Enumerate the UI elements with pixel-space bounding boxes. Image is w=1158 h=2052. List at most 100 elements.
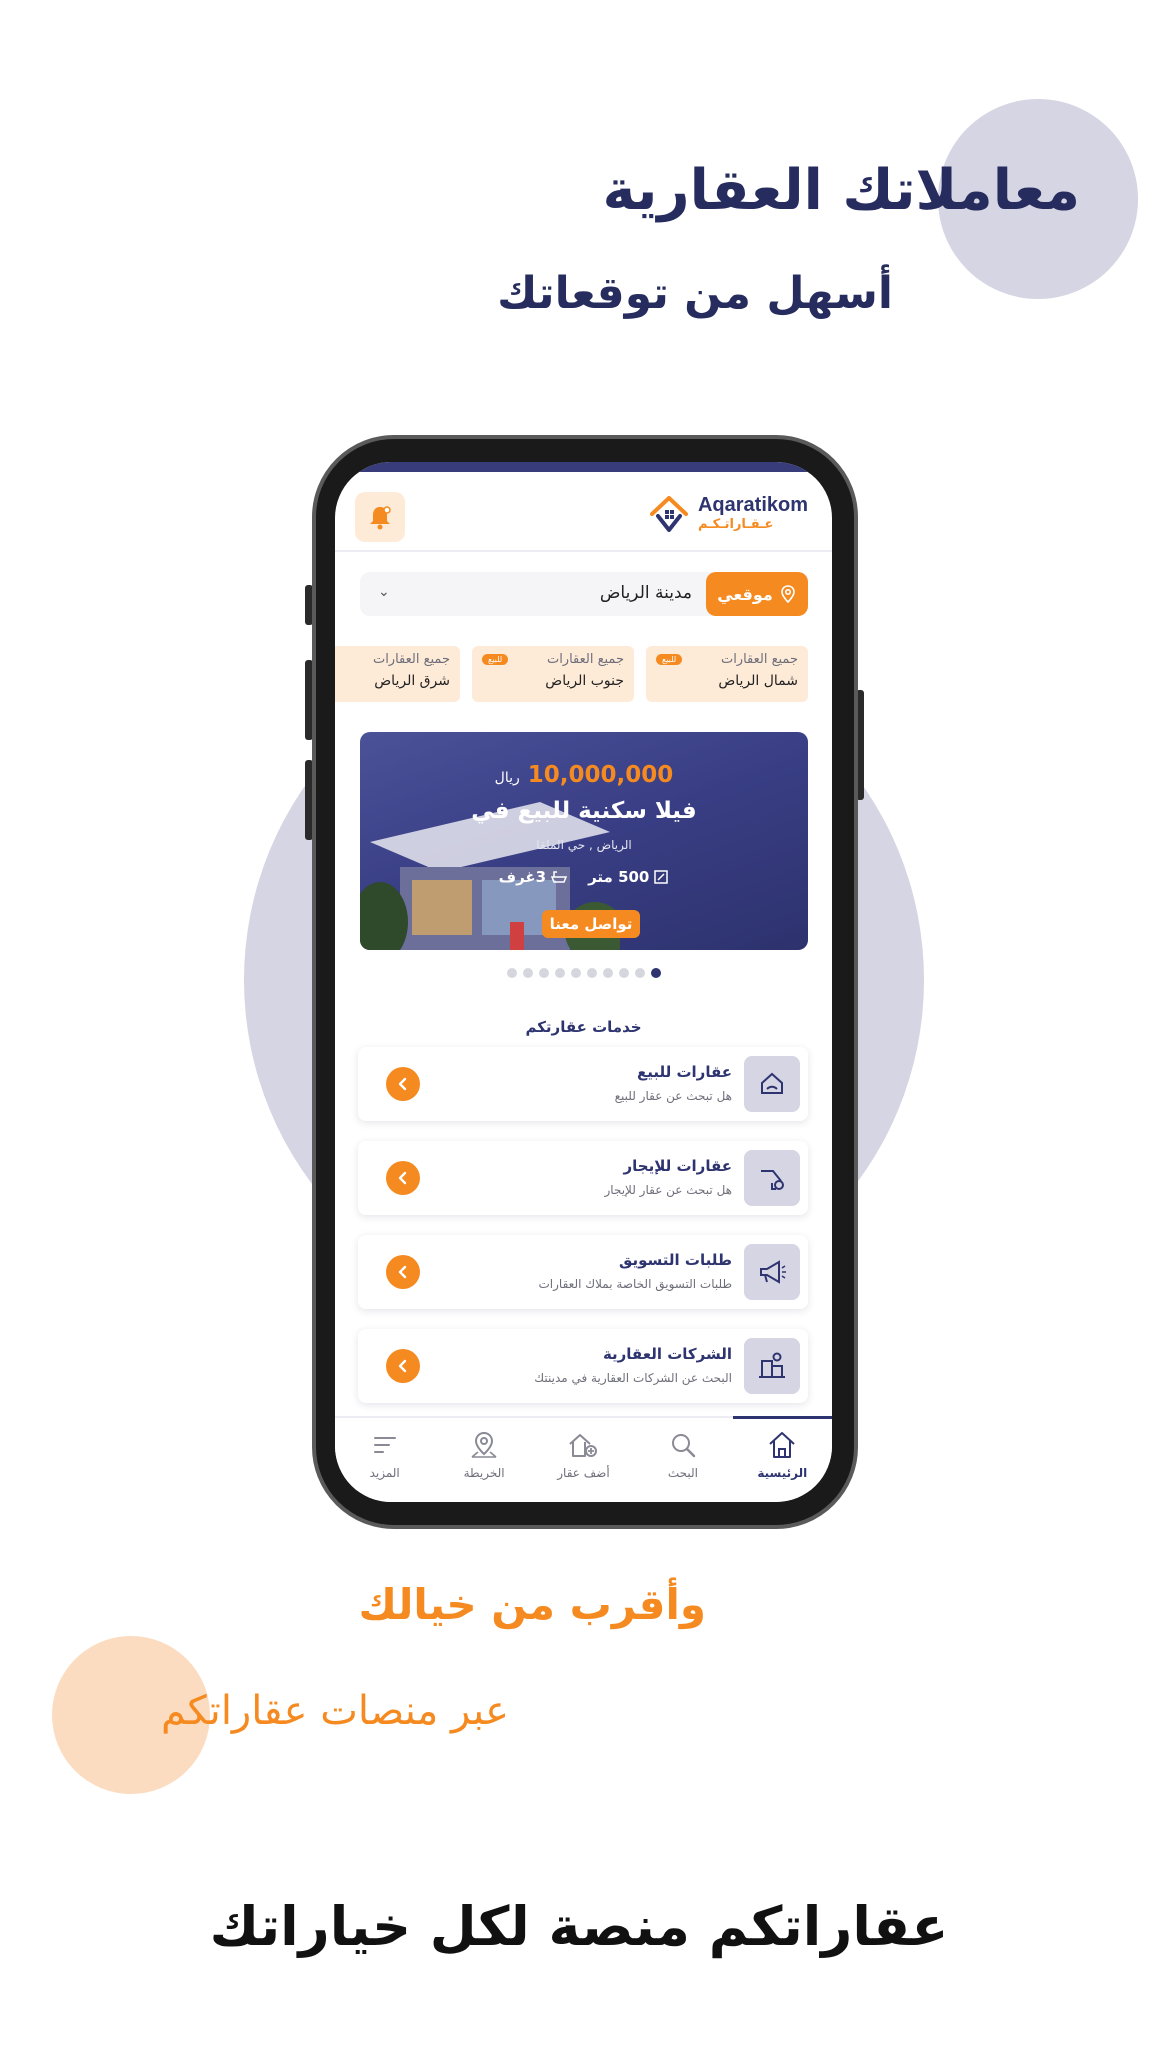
carousel-dot[interactable] — [650, 968, 661, 978]
area-chip-label: جميع العقارات — [720, 652, 798, 667]
service-icon-container — [744, 1056, 800, 1112]
carousel-dot[interactable] — [506, 968, 517, 978]
logo-arabic-text: عـقـاراتـكـم — [697, 517, 774, 532]
city-value: مدينة الرياض — [599, 583, 692, 603]
service-open-button[interactable] — [386, 1255, 420, 1289]
chevron-left-icon — [398, 1359, 407, 1373]
carousel-dot[interactable] — [554, 968, 565, 978]
service-title: عقارات للإيجار — [623, 1157, 732, 1175]
logo-house-icon — [649, 496, 688, 532]
service-title: الشركات العقارية — [602, 1345, 732, 1363]
my-location-button[interactable]: موقعي — [706, 572, 808, 616]
promo-tagline-secondary: عبر منصات عقاراتكم — [160, 1688, 509, 1734]
area-chip-label: جميع العقارات — [546, 652, 624, 667]
service-card-for-rent[interactable]: عقارات للإيجار هل تبحث عن عقار للإيجار — [358, 1141, 808, 1215]
carousel-dot[interactable] — [634, 968, 645, 978]
chevron-left-icon — [398, 1265, 407, 1279]
promo-tagline: وأقرب من خيالك — [358, 1580, 706, 1629]
key-hand-icon — [761, 1170, 784, 1190]
bottom-navigation: الرئيسية البحث أضف عقار الخريطة المزيد — [335, 1416, 832, 1502]
area-chip[interactable]: جميع العقارات للبيع شمال الرياض — [646, 646, 808, 702]
promo-footer-title: عقاراتكم منصة لكل خياراتك — [209, 1895, 949, 1958]
nav-item-add-property[interactable]: أضف عقار — [534, 1418, 633, 1502]
logo-latin-text: Aqaratikom — [697, 494, 808, 516]
carousel-dot[interactable] — [602, 968, 613, 978]
promo-subheadline: أسهل من توقعاتك — [497, 268, 893, 319]
notifications-button[interactable] — [355, 492, 405, 542]
service-subtitle: طلبات التسويق الخاصة بملاك العقارات — [538, 1277, 733, 1291]
service-open-button[interactable] — [386, 1349, 420, 1383]
banner-area-value: 500 متر — [588, 868, 650, 886]
carousel-dot[interactable] — [522, 968, 533, 978]
service-title: طلبات التسويق — [618, 1251, 732, 1269]
area-size-icon — [654, 870, 669, 884]
location-selector[interactable]: موقعي مدينة الرياض ⌄ — [360, 572, 808, 616]
service-title: عقارات للبيع — [637, 1063, 732, 1081]
area-chip-name: جنوب الرياض — [545, 673, 624, 689]
carousel-dot[interactable] — [586, 968, 597, 978]
add-property-icon — [569, 1434, 598, 1457]
menu-icon — [373, 1437, 396, 1453]
nav-label: أضف عقار — [557, 1466, 610, 1480]
area-chip[interactable]: جميع العقارات شرق الرياض — [335, 646, 460, 702]
buildings-icon — [759, 1352, 785, 1378]
nav-label: البحث — [667, 1466, 698, 1480]
area-chip-name: شمال الرياض — [718, 673, 798, 689]
logo-text: Aqaratikom عـقـاراتـكـم — [698, 494, 808, 532]
nav-item-more[interactable]: المزيد — [335, 1418, 434, 1502]
areas-carousel[interactable]: جميع العقارات للبيع شمال الرياض جميع الع… — [335, 646, 808, 702]
banner-title: فيلا سكنية للبيع في — [471, 798, 697, 824]
service-subtitle: هل تبحث عن عقار للبيع — [614, 1089, 732, 1103]
my-location-label: موقعي — [717, 584, 773, 604]
nav-label: الرئيسية — [757, 1466, 808, 1480]
area-chip-badge: للبيع — [656, 654, 683, 665]
promo-headline: معاملاتك العقارية — [602, 158, 1080, 223]
nav-label: الخريطة — [463, 1466, 505, 1480]
banner-area-spec: 500 متر — [588, 868, 669, 886]
nav-item-home[interactable]: الرئيسية — [732, 1416, 832, 1502]
service-card-for-sale[interactable]: عقارات للبيع هل تبحث عن عقار للبيع — [358, 1047, 808, 1121]
featured-property-banner[interactable]: 10,000,000 ريال فيلا سكنية للبيع في الري… — [360, 732, 808, 950]
service-card-real-estate-companies[interactable]: الشركات العقارية البحث عن الشركات العقار… — [358, 1329, 808, 1403]
service-icon-container — [744, 1150, 800, 1206]
location-pin-icon — [781, 585, 795, 603]
phone-screen: Aqaratikom عـقـاراتـكـم موقعي مدينة الري… — [335, 462, 832, 1502]
service-icon-container — [744, 1338, 800, 1394]
carousel-dot[interactable] — [570, 968, 581, 978]
app-header: Aqaratikom عـقـاراتـكـم — [335, 472, 832, 552]
service-open-button[interactable] — [386, 1067, 420, 1101]
nav-label: المزيد — [369, 1466, 400, 1480]
service-card-marketing-requests[interactable]: طلبات التسويق طلبات التسويق الخاصة بملاك… — [358, 1235, 808, 1309]
banner-rooms-spec: 3غرف — [499, 868, 568, 886]
house-hand-icon — [761, 1072, 783, 1094]
services-section-title: خدمات عقارتكم — [525, 1018, 642, 1036]
contact-us-button[interactable]: تواصل معنا — [542, 910, 640, 938]
banner-currency: ريال — [494, 770, 520, 786]
carousel-dot[interactable] — [618, 968, 629, 978]
service-subtitle: البحث عن الشركات العقارية في مدينتك — [534, 1371, 732, 1385]
service-open-button[interactable] — [386, 1161, 420, 1195]
home-icon — [769, 1432, 795, 1458]
service-icon-container — [744, 1244, 800, 1300]
carousel-dot[interactable] — [538, 968, 549, 978]
map-pin-icon — [471, 1431, 497, 1458]
banner-price-value: 10,000,000 — [527, 762, 674, 788]
area-chip[interactable]: جميع العقارات للبيع جنوب الرياض — [472, 646, 634, 702]
megaphone-icon — [760, 1260, 786, 1284]
bathtub-icon — [550, 871, 568, 883]
status-bar — [335, 462, 832, 472]
app-logo[interactable]: Aqaratikom عـقـاراتـكـم — [646, 490, 808, 536]
nav-item-search[interactable]: البحث — [633, 1418, 732, 1502]
chevron-left-icon — [398, 1171, 407, 1185]
banner-rooms-value: 3غرف — [498, 868, 547, 886]
chevron-left-icon — [398, 1077, 407, 1091]
bell-icon — [370, 506, 391, 530]
area-chip-label: جميع العقارات — [372, 652, 450, 667]
nav-item-map[interactable]: الخريطة — [434, 1418, 533, 1502]
area-chip-badge: للبيع — [482, 654, 509, 665]
banner-specs: 500 متر 3غرف — [360, 868, 808, 886]
search-icon — [671, 1434, 696, 1458]
chevron-down-icon[interactable]: ⌄ — [378, 584, 390, 600]
banner-location: الرياض , حي الملقا — [536, 838, 632, 852]
carousel-indicators — [335, 968, 832, 978]
